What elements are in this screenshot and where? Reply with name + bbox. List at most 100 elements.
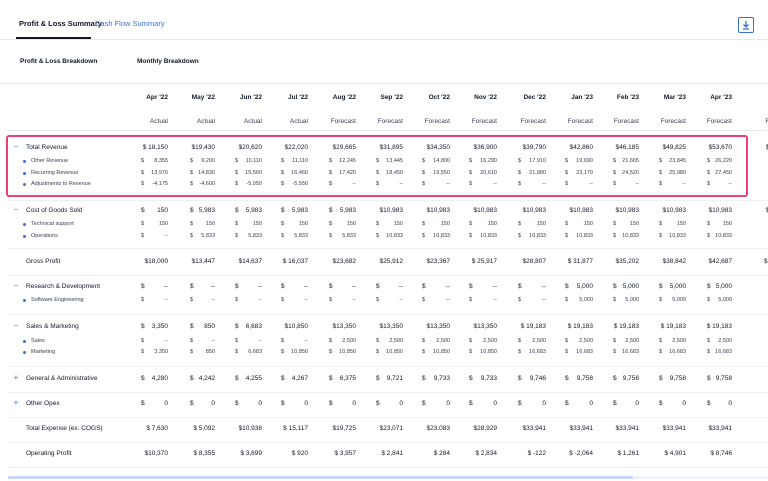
table-cell: $: [703, 323, 768, 330]
bullet-icon: [23, 350, 26, 354]
currency-symbol: $: [469, 296, 473, 303]
currency-symbol: $: [281, 348, 285, 355]
currency-symbol: $: [565, 296, 569, 303]
row-divider: [8, 392, 768, 393]
currency-symbol: $: [518, 374, 522, 382]
row-label[interactable]: Sales & Marketing: [26, 323, 79, 330]
table-cell: 150: [722, 220, 732, 227]
download-icon-glyph: [743, 21, 749, 30]
row-divider: [8, 275, 768, 276]
monthly-breakdown-label: Monthly Breakdown: [137, 58, 199, 65]
row-divider: [8, 200, 768, 201]
collapse-toggle-icon[interactable]: −: [12, 281, 20, 290]
currency-symbol: $: [518, 282, 522, 290]
row-divider: [8, 467, 768, 468]
currency-symbol: $: [329, 232, 333, 239]
currency-symbol: $: [141, 337, 145, 344]
currency-symbol: $: [469, 337, 473, 344]
table-cell: 10,833: [715, 232, 732, 239]
currency-symbol: $: [422, 374, 426, 382]
currency-symbol: $: [141, 232, 145, 239]
currency-symbol: $: [707, 348, 711, 355]
bullet-icon: [23, 339, 26, 343]
currency-symbol: $: [141, 348, 145, 355]
currency-symbol: $: [281, 399, 285, 407]
row-label: Operating Profit: [26, 449, 72, 457]
expand-toggle-icon[interactable]: +: [12, 373, 20, 382]
tab-profit-loss-summary[interactable]: Profit & Loss Summary: [19, 19, 102, 28]
table-cell: $1: [765, 206, 768, 214]
currency-symbol: $: [469, 399, 473, 407]
currency-symbol: $: [422, 337, 426, 344]
currency-symbol: $: [376, 337, 380, 344]
currency-symbol: $: [707, 220, 711, 227]
currency-symbol: $: [281, 296, 285, 303]
currency-symbol: $: [518, 399, 522, 407]
currency-symbol: $: [565, 348, 569, 355]
sub-row-label: Operations: [31, 232, 58, 239]
row-label: Total Expense (ex. COGS): [26, 424, 103, 432]
row-label[interactable]: Other Opex: [26, 400, 60, 407]
collapse-toggle-icon[interactable]: −: [12, 205, 20, 214]
currency-symbol: $: [376, 232, 380, 239]
row-label[interactable]: Research & Development: [26, 283, 100, 290]
type-divider: [8, 130, 768, 131]
download-icon[interactable]: [738, 17, 754, 33]
table-cell: 5,000: [718, 296, 732, 303]
currency-symbol: $: [376, 296, 380, 303]
currency-symbol: $: [707, 296, 711, 303]
table-cell: 16,683: [715, 348, 732, 355]
bullet-icon: [23, 298, 26, 302]
sub-row-label: Software Engineering: [31, 296, 84, 303]
currency-symbol: $: [141, 296, 145, 303]
scrollbar-thumb[interactable]: [8, 476, 633, 479]
currency-symbol: $: [707, 337, 711, 344]
currency-symbol: $: [518, 348, 522, 355]
currency-symbol: $: [707, 232, 711, 239]
currency-symbol: $: [329, 296, 333, 303]
expand-toggle-icon[interactable]: +: [12, 398, 20, 407]
row-divider: [8, 366, 768, 367]
row-label: Gross Profit: [26, 257, 61, 265]
bullet-icon: [23, 234, 26, 238]
row-label[interactable]: General & Administrative: [26, 375, 98, 382]
currency-symbol: $: [281, 206, 285, 214]
pl-breakdown-label: Profit & Loss Breakdown: [20, 58, 98, 65]
table-cell: $: [703, 450, 768, 457]
currency-symbol: $: [422, 232, 426, 239]
horizontal-scrollbar[interactable]: [8, 476, 768, 479]
header-divider: [0, 83, 768, 84]
currency-symbol: $: [469, 232, 473, 239]
currency-symbol: $: [518, 220, 522, 227]
table-cell: $: [703, 283, 768, 290]
currency-symbol: $: [329, 220, 333, 227]
currency-symbol: $: [281, 232, 285, 239]
collapse-toggle-icon[interactable]: −: [12, 321, 20, 330]
table-cell: $: [703, 400, 768, 407]
table-cell: $ 4: [763, 257, 768, 265]
currency-symbol: $: [565, 337, 569, 344]
currency-symbol: $: [281, 282, 285, 290]
sub-row-label: Technical support: [31, 220, 74, 227]
currency-symbol: $: [565, 220, 569, 227]
currency-symbol: $: [518, 337, 522, 344]
currency-symbol: $: [141, 220, 145, 227]
table-cell: $: [703, 375, 768, 382]
currency-symbol: $: [422, 348, 426, 355]
sub-row-label: Marketing: [31, 348, 56, 355]
currency-symbol: $: [422, 296, 426, 303]
tabs-bar: Profit & Loss Summary Cash Flow Summary: [0, 0, 768, 40]
bullet-icon: [23, 222, 26, 226]
currency-symbol: $: [469, 348, 473, 355]
currency-symbol: $: [469, 282, 473, 290]
currency-symbol: $: [422, 399, 426, 407]
currency-symbol: $: [565, 232, 569, 239]
currency-symbol: $: [281, 220, 285, 227]
row-divider: [8, 442, 768, 443]
currency-symbol: $: [281, 374, 285, 382]
row-label[interactable]: Cost of Goods Sold: [26, 207, 82, 214]
column-month-header[interactable]: M: [703, 94, 768, 101]
tab-cash-flow-summary[interactable]: Cash Flow Summary: [95, 19, 165, 28]
currency-symbol: $: [329, 348, 333, 355]
sub-row-label: Sales: [31, 337, 45, 344]
